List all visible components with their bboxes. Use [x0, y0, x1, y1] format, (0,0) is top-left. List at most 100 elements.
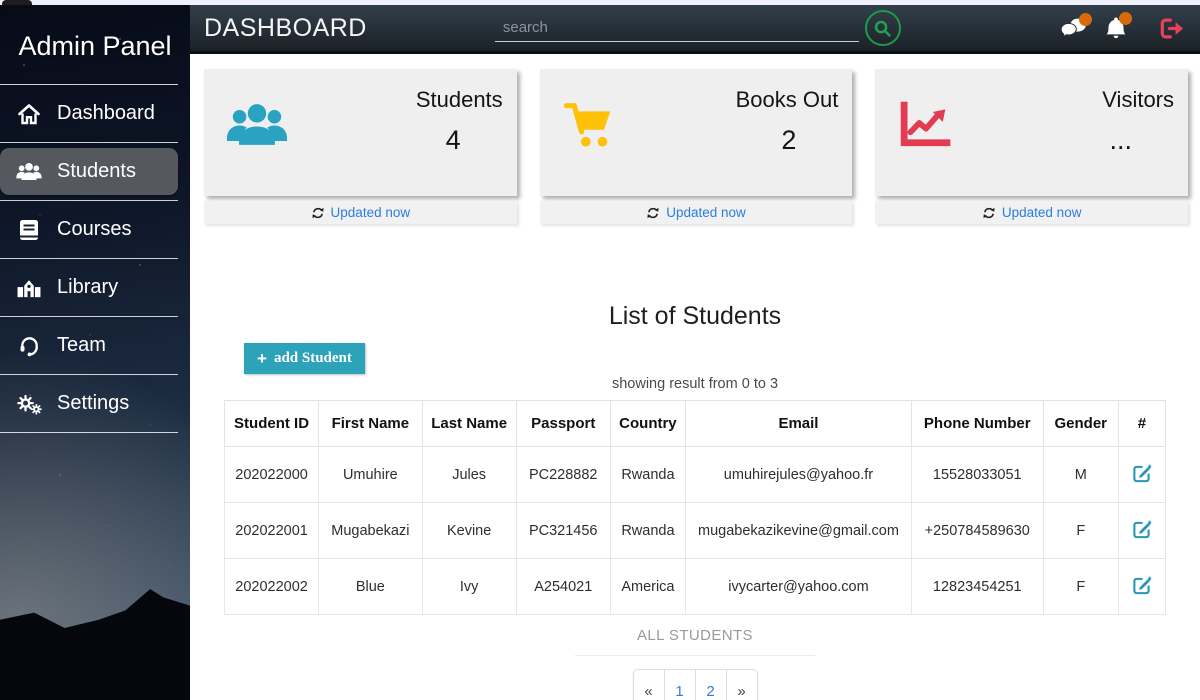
cell-passport: PC321456	[516, 503, 610, 559]
stat-card-value: 4	[446, 125, 461, 156]
pagination-prev[interactable]: «	[634, 670, 665, 700]
main-content: Students 4 Updated now Books Out 2	[190, 57, 1200, 700]
col-first-name: First Name	[319, 401, 423, 447]
sidebar-menu: Dashboard Students Courses Library	[0, 90, 190, 433]
updated-now-label: Updated now	[666, 205, 746, 220]
showing-result-text: showing result from 0 to 3	[224, 376, 1166, 392]
stat-card-title: Students	[416, 87, 503, 113]
sidebar-item-label: Courses	[57, 218, 131, 241]
sync-icon	[646, 206, 660, 220]
section-heading: List of Students	[190, 302, 1200, 331]
stat-card: Books Out 2	[540, 69, 853, 196]
sidebar-item-library[interactable]: Library	[0, 264, 178, 311]
sync-icon	[982, 206, 996, 220]
edit-row-button[interactable]	[1131, 574, 1152, 595]
users-icon	[226, 101, 288, 148]
cell-student-id: 202022002	[225, 559, 319, 615]
search-input[interactable]	[495, 14, 859, 42]
pagination-next[interactable]: »	[727, 670, 757, 700]
table-row: 202022000 Umuhire Jules PC228882 Rwanda …	[225, 447, 1166, 503]
stat-card-books-out: Books Out 2 Updated now	[540, 69, 853, 224]
sidebar-item-label: Settings	[57, 392, 129, 415]
cell-passport: A254021	[516, 559, 610, 615]
sidebar-item-label: Students	[57, 160, 136, 183]
sidebar-item-settings[interactable]: Settings	[0, 380, 178, 427]
page-title: DASHBOARD	[204, 14, 367, 43]
logout-button[interactable]	[1159, 17, 1186, 40]
cell-passport: PC228882	[516, 447, 610, 503]
pagination-page-2[interactable]: 2	[696, 670, 727, 700]
cell-email: umuhirejules@yahoo.fr	[686, 447, 912, 503]
sync-icon	[311, 206, 325, 220]
stat-card: Students 4	[204, 69, 517, 196]
stat-card-visitors: Visitors ... Updated now	[875, 69, 1188, 224]
cell-student-id: 202022001	[225, 503, 319, 559]
table-row: 202022001 Mugabekazi Kevine PC321456 Rwa…	[225, 503, 1166, 559]
edit-row-button[interactable]	[1131, 462, 1152, 483]
updated-now-link[interactable]: Updated now	[204, 201, 517, 224]
cell-phone: +250784589630	[911, 503, 1043, 559]
cell-actions	[1118, 559, 1165, 615]
col-gender: Gender	[1043, 401, 1118, 447]
home-icon	[16, 103, 42, 125]
updated-now-link[interactable]: Updated now	[540, 201, 853, 224]
add-student-button[interactable]: + add Student	[244, 343, 365, 374]
edit-row-button[interactable]	[1131, 518, 1152, 539]
sidebar-item-students[interactable]: Students	[0, 148, 178, 195]
updated-now-label: Updated now	[331, 205, 411, 220]
edit-icon	[1131, 518, 1152, 539]
sidebar-item-label: Dashboard	[57, 102, 155, 125]
sidebar-item-label: Library	[57, 276, 118, 299]
gears-icon	[16, 393, 42, 415]
sidebar-title: Admin Panel	[0, 5, 190, 79]
cell-phone: 15528033051	[911, 447, 1043, 503]
notification-badge	[1119, 12, 1132, 25]
updated-now-link[interactable]: Updated now	[875, 201, 1188, 224]
col-email: Email	[686, 401, 912, 447]
sidebar-item-label: Team	[57, 334, 106, 357]
cell-actions	[1118, 503, 1165, 559]
school-icon	[16, 277, 42, 299]
add-student-label: add Student	[274, 350, 352, 367]
cell-first-name: Umuhire	[319, 447, 423, 503]
table-header-row: Student ID First Name Last Name Passport…	[225, 401, 1166, 447]
stat-card-value: 2	[781, 125, 796, 156]
cell-first-name: Blue	[319, 559, 423, 615]
stat-card-students: Students 4 Updated now	[204, 69, 517, 224]
stat-card-text: Books Out 2	[736, 87, 839, 156]
search-button[interactable]	[865, 10, 901, 46]
sidebar-divider	[0, 200, 178, 201]
pagination-wrap: « 1 2 »	[224, 669, 1166, 700]
notifications-button[interactable]	[1105, 16, 1127, 40]
edit-icon	[1131, 462, 1152, 483]
headset-icon	[16, 334, 42, 357]
users-icon	[16, 161, 42, 182]
pagination-page-1[interactable]: 1	[665, 670, 696, 700]
mountain-silhouette	[0, 582, 190, 700]
stat-card-value: ...	[1110, 125, 1133, 156]
sidebar-item-courses[interactable]: Courses	[0, 206, 178, 253]
cell-last-name: Jules	[422, 447, 516, 503]
cell-gender: F	[1043, 503, 1118, 559]
topbar: DASHBOARD	[190, 5, 1200, 54]
cell-actions	[1118, 447, 1165, 503]
cell-student-id: 202022000	[225, 447, 319, 503]
stat-card-text: Students 4	[416, 87, 503, 156]
sidebar-divider	[0, 84, 178, 85]
cell-gender: M	[1043, 447, 1118, 503]
cell-gender: F	[1043, 559, 1118, 615]
sidebar-item-dashboard[interactable]: Dashboard	[0, 90, 178, 137]
messages-button[interactable]	[1060, 17, 1087, 40]
cell-country: America	[610, 559, 685, 615]
topbar-icon-group	[1060, 16, 1186, 40]
updated-now-label: Updated now	[1002, 205, 1082, 220]
col-student-id: Student ID	[225, 401, 319, 447]
cell-email: ivycarter@yahoo.com	[686, 559, 912, 615]
pagination: « 1 2 »	[633, 669, 758, 700]
cell-country: Rwanda	[610, 447, 685, 503]
notification-badge	[1079, 13, 1092, 26]
sidebar-divider	[0, 374, 178, 375]
cell-country: Rwanda	[610, 503, 685, 559]
sidebar-item-team[interactable]: Team	[0, 322, 178, 369]
stat-card-title: Visitors	[1102, 87, 1174, 113]
